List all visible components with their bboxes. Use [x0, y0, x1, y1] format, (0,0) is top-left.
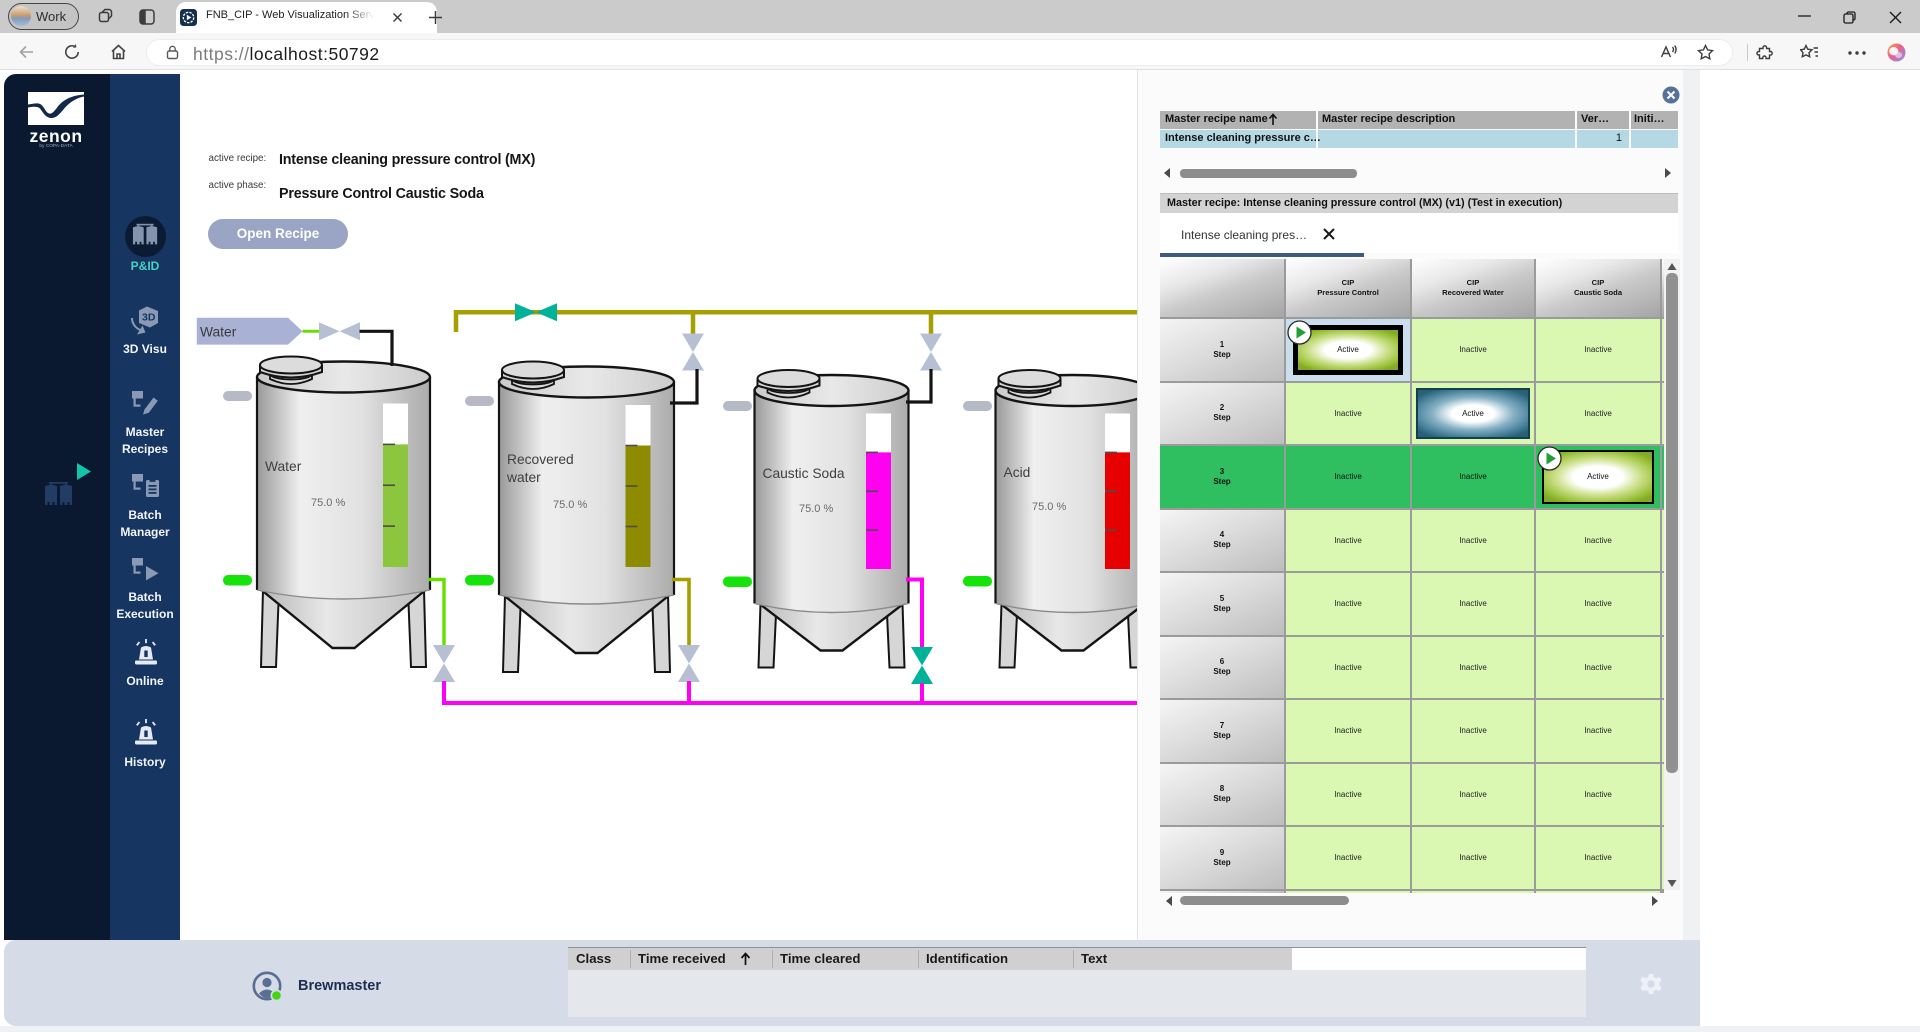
- svg-text:Recovered: Recovered: [507, 452, 574, 467]
- svg-text:75.0 %: 75.0 %: [311, 497, 345, 509]
- svg-text:75.0 %: 75.0 %: [553, 499, 587, 511]
- svg-text:water: water: [506, 470, 541, 485]
- svg-text:Water: Water: [265, 459, 302, 474]
- svg-text:Water: Water: [200, 325, 237, 340]
- svg-text:Caustic Soda: Caustic Soda: [763, 466, 845, 481]
- svg-text:75.0 %: 75.0 %: [1032, 501, 1066, 513]
- svg-text:3D: 3D: [142, 312, 156, 324]
- svg-text:Acid: Acid: [1004, 465, 1031, 480]
- svg-text:75.0 %: 75.0 %: [799, 503, 833, 515]
